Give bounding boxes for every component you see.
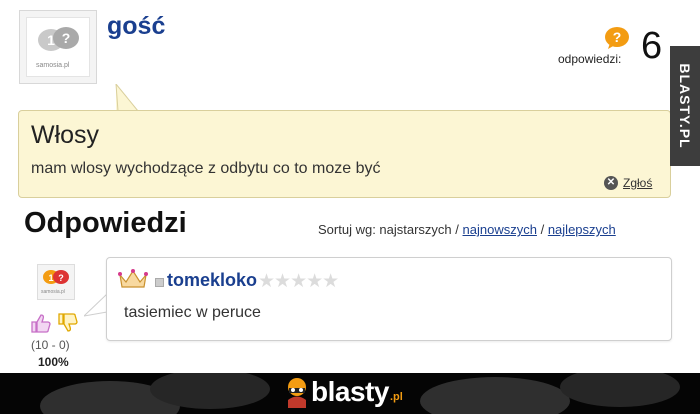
answerer-avatar[interactable]: 1 ? samosia.pl — [37, 264, 75, 300]
svg-text:?: ? — [58, 273, 64, 283]
mascot-icon — [288, 378, 306, 408]
vote-count: (10 - 0) — [31, 338, 70, 352]
watermark-text: BLASTY.PL — [677, 63, 693, 149]
svg-text:?: ? — [613, 29, 622, 45]
question-author[interactable]: gość — [107, 12, 165, 41]
close-icon: ✕ — [604, 176, 618, 190]
question-mark-icon: ? — [605, 27, 629, 49]
answers-heading: Odpowiedzi — [24, 207, 187, 239]
sort-best-link[interactable]: najlepszych — [548, 222, 616, 237]
answerer-avatar-logo: samosia.pl — [41, 289, 65, 295]
sort-separator: / — [540, 222, 545, 237]
answers-count: 6 — [641, 25, 663, 67]
thumbs-up-icon[interactable] — [30, 313, 52, 333]
vote-percent: 100% — [38, 355, 69, 369]
rating-stars: ★★★★★ — [258, 271, 339, 292]
blasty-logo[interactable]: blasty .pl — [283, 376, 403, 408]
svg-text:1: 1 — [47, 32, 55, 48]
asker-avatar[interactable]: 1 ? — [19, 10, 97, 84]
svg-text:?: ? — [62, 30, 71, 46]
sort-newest-link[interactable]: najnowszych — [463, 222, 537, 237]
site-watermark: BLASTY.PL — [670, 46, 700, 166]
sort-prefix: Sortuj wg: najstarszych / — [318, 222, 459, 237]
smoke-decoration — [150, 373, 270, 409]
question-bubble — [18, 110, 671, 198]
thumbs-down-icon[interactable] — [57, 313, 79, 333]
question-title: Włosy — [31, 121, 100, 149]
smoke-decoration — [560, 373, 680, 407]
answer-username[interactable]: tomekloko — [167, 270, 257, 291]
avatar-logo-text: samosia.pl — [36, 62, 70, 69]
crown-icon — [118, 269, 148, 288]
report-label: Zgłoś — [623, 176, 653, 190]
answers-count-label: odpowiedzi: — [558, 52, 622, 66]
question-body: mam wlosy wychodzące z odbytu co to moze… — [31, 160, 381, 177]
sort-options: Sortuj wg: najstarszych / najnowszych / … — [318, 222, 616, 237]
report-button[interactable]: ✕ Zgłoś — [604, 176, 652, 190]
smoke-decoration — [420, 377, 570, 414]
status-indicator — [155, 278, 164, 287]
logo-suffix: .pl — [389, 391, 403, 403]
answer-text: tasiemiec w peruce — [124, 304, 261, 321]
logo-text: blasty — [311, 376, 389, 407]
qa-page: 1 ? samosia.pl gość ? odpowiedzi: 6 Włos… — [0, 0, 700, 373]
svg-text:1: 1 — [48, 273, 53, 283]
